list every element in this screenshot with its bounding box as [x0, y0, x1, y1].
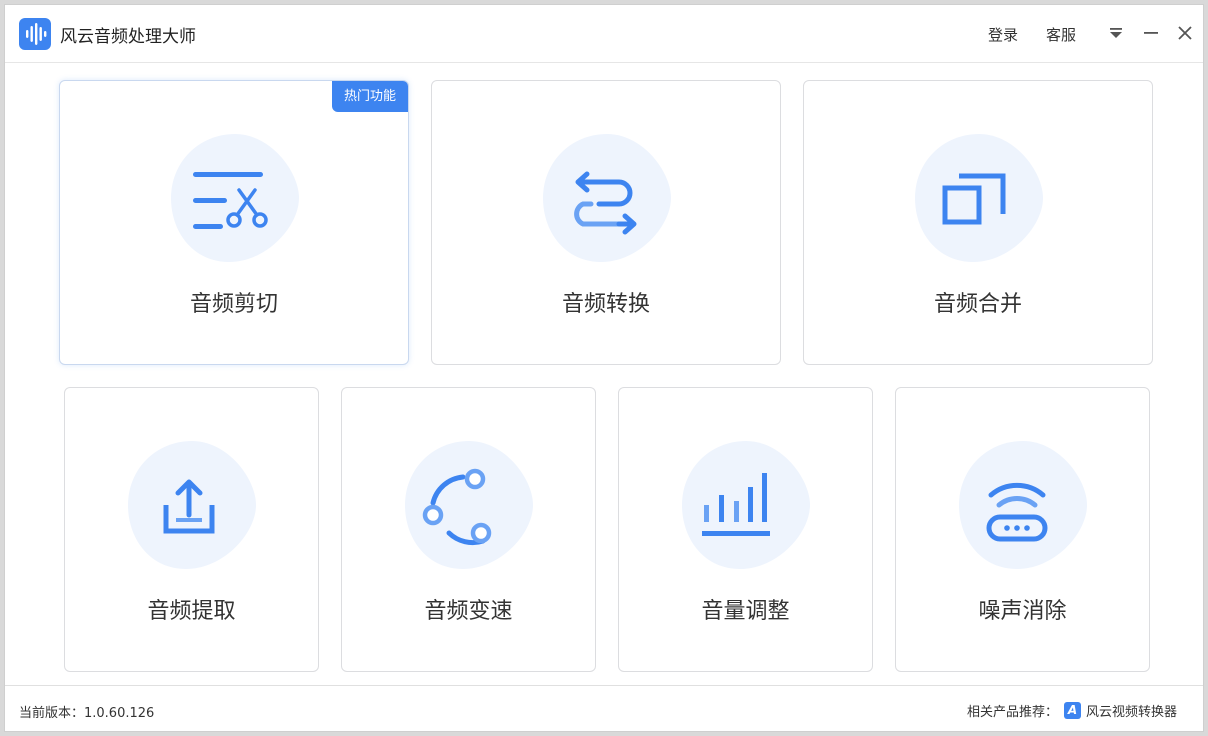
merge-icon — [915, 134, 1043, 262]
audio-wave-icon — [19, 18, 51, 50]
audio-convert-card[interactable]: 音频转换 — [431, 80, 781, 365]
noise-reduction-icon — [959, 441, 1087, 569]
audio-extract-label: 音频提取 — [147, 599, 236, 624]
noise-reduction-label: 噪声消除 — [978, 599, 1067, 624]
version-text: 当前版本：1.0.60.126 — [19, 706, 155, 721]
audio-extract-card[interactable]: 音频提取 — [64, 387, 319, 672]
app-title: 风云音频处理大师 — [60, 27, 196, 47]
volume-adjust-card[interactable]: 音量调整 — [618, 387, 873, 672]
volume-adjust-label: 音量调整 — [701, 599, 790, 624]
related-products-label: 相关产品推荐： — [966, 705, 1058, 720]
convert-arrows-icon — [543, 134, 671, 262]
audio-cut-card[interactable]: 热门功能 音频剪切 — [59, 80, 409, 365]
extract-upload-icon — [128, 441, 256, 569]
video-converter-link[interactable]: 风云视频转换器 — [1086, 701, 1177, 720]
login-button[interactable]: 登录 — [988, 24, 1018, 45]
related-products: 相关产品推荐： A 风云视频转换器 — [967, 701, 1177, 720]
volume-bars-icon — [682, 441, 810, 569]
dropdown-menu-icon[interactable] — [1106, 22, 1126, 44]
close-icon[interactable] — [1175, 22, 1195, 44]
audio-cut-icon — [171, 134, 299, 262]
audio-convert-label: 音频转换 — [561, 292, 650, 317]
audio-merge-label: 音频合并 — [933, 292, 1022, 317]
status-bar: 当前版本：1.0.60.126 相关产品推荐： A 风云视频转换器 — [5, 685, 1203, 731]
minimize-icon[interactable] — [1141, 22, 1161, 44]
speed-change-icon — [405, 441, 533, 569]
title-bar: 风云音频处理大师 登录 客服 — [5, 5, 1203, 63]
app-window: 风云音频处理大师 登录 客服 热门功能 音频剪切 音频转换 音频合并 音频提取 … — [4, 4, 1204, 732]
video-converter-icon[interactable]: A — [1063, 702, 1081, 719]
customer-service-button[interactable]: 客服 — [1046, 24, 1076, 45]
audio-speed-label: 音频变速 — [424, 599, 513, 624]
noise-reduction-card[interactable]: 噪声消除 — [895, 387, 1150, 672]
audio-cut-label: 音频剪切 — [189, 292, 278, 317]
hot-feature-badge: 热门功能 — [332, 81, 408, 112]
audio-merge-card[interactable]: 音频合并 — [803, 80, 1153, 365]
audio-speed-card[interactable]: 音频变速 — [341, 387, 596, 672]
